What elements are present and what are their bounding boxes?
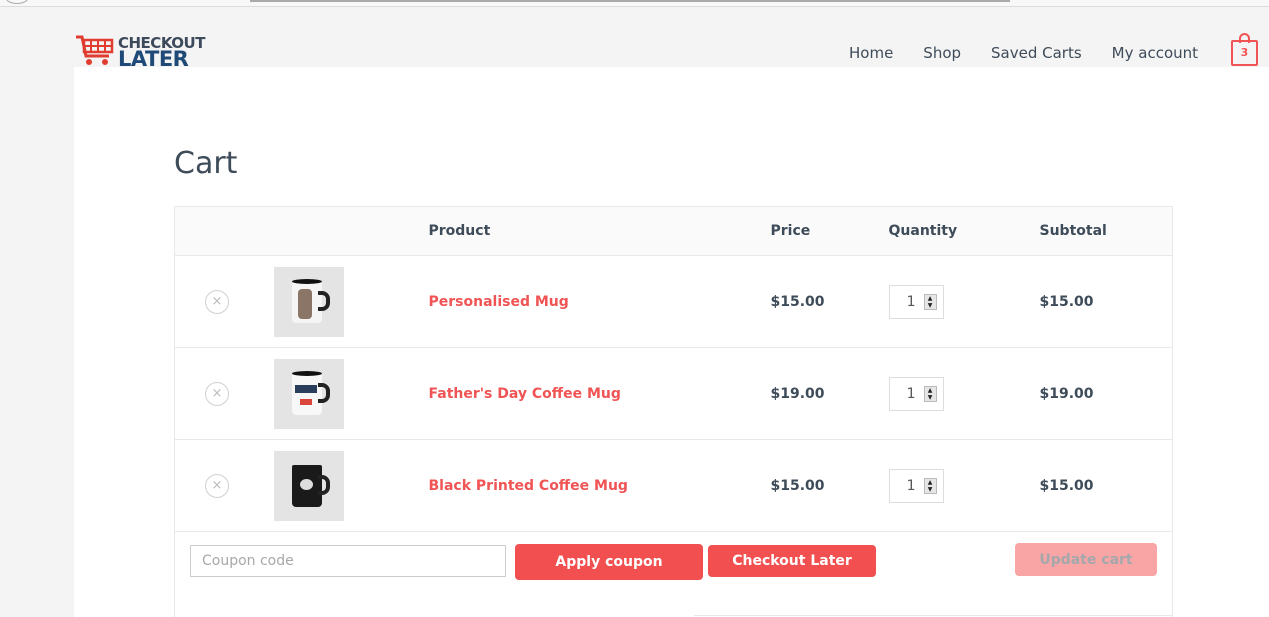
product-thumbnail[interactable] [273,266,344,337]
nav-saved-carts[interactable]: Saved Carts [991,44,1082,62]
remove-item-icon[interactable]: × [205,473,229,498]
mug-handle [317,290,330,311]
spinner-arrows-icon[interactable]: ▲ ▼ [923,385,937,402]
header-quantity: Quantity [888,206,1040,256]
checkout-later-button[interactable]: Checkout Later [708,545,876,577]
update-cart-button[interactable]: Update cart [1015,543,1157,576]
table-row: × Father's Day Coffee Mug $19.00 1 ▲ ▼ $1… [174,347,1173,440]
nav-my-account[interactable]: My account [1112,44,1198,62]
product-subtotal: $15.00 [1039,439,1173,532]
remove-item-icon[interactable]: × [205,289,229,314]
product-name-link[interactable]: Personalised Mug [429,294,569,310]
product-price: $15.00 [770,255,889,348]
mug-rim [291,278,322,284]
browser-circle-icon [5,0,29,4]
quantity-stepper[interactable]: 1 ▲ ▼ [888,376,944,411]
mini-cart-button[interactable]: 3 [1231,33,1259,66]
content-area: Cart Product Price Quantity Subtotal × P… [74,67,1269,617]
nav-home[interactable]: Home [849,44,893,62]
site-logo[interactable]: CHECKOUT LATER [75,34,205,70]
browser-top-strip [0,0,1269,7]
spinner-arrows-icon[interactable]: ▲ ▼ [923,477,937,494]
product-price: $15.00 [770,439,889,532]
header-product: Product [428,206,771,256]
cart-count-badge: 3 [1231,40,1258,66]
header-thumbnail [273,206,429,256]
page-title: Cart [174,146,238,181]
bow-tie-print [299,398,312,405]
shopping-cart-logo-icon [76,35,114,65]
nav-shop[interactable]: Shop [923,44,961,62]
quantity-value[interactable]: 1 [907,478,916,494]
product-subtotal: $19.00 [1039,347,1173,440]
cart-totals-border [694,615,1173,616]
print-text [294,384,317,393]
main-nav: Home Shop Saved Carts My account [849,44,1228,62]
header-price: Price [770,206,889,256]
mug-handle [317,382,330,403]
apply-coupon-button[interactable]: Apply coupon [515,544,703,580]
quantity-value[interactable]: 1 [907,386,916,402]
product-subtotal: $15.00 [1039,255,1173,348]
header-subtotal: Subtotal [1039,206,1173,256]
product-thumbnail[interactable] [273,358,344,429]
header-remove [174,206,274,256]
photo-print [297,288,312,319]
remove-item-icon[interactable]: × [205,381,229,406]
mug-rim [291,370,322,376]
spinner-arrows-icon[interactable]: ▲ ▼ [923,293,937,310]
horizontal-scrollbar[interactable] [250,0,1010,2]
quantity-value[interactable]: 1 [907,294,916,310]
table-row: × Personalised Mug $15.00 1 ▲ ▼ $15.00 [174,255,1173,348]
product-price: $19.00 [770,347,889,440]
coupon-code-input[interactable] [190,545,506,577]
mug-handle [317,474,330,495]
table-row: × Black Printed Coffee Mug $15.00 1 ▲ ▼ $… [174,439,1173,532]
product-thumbnail[interactable] [273,450,344,521]
logo-print [299,478,313,490]
quantity-stepper[interactable]: 1 ▲ ▼ [888,468,944,503]
product-name-link[interactable]: Father's Day Coffee Mug [429,386,621,402]
quantity-stepper[interactable]: 1 ▲ ▼ [888,284,944,319]
product-name-link[interactable]: Black Printed Coffee Mug [429,478,628,494]
table-header-row: Product Price Quantity Subtotal [174,206,1173,256]
